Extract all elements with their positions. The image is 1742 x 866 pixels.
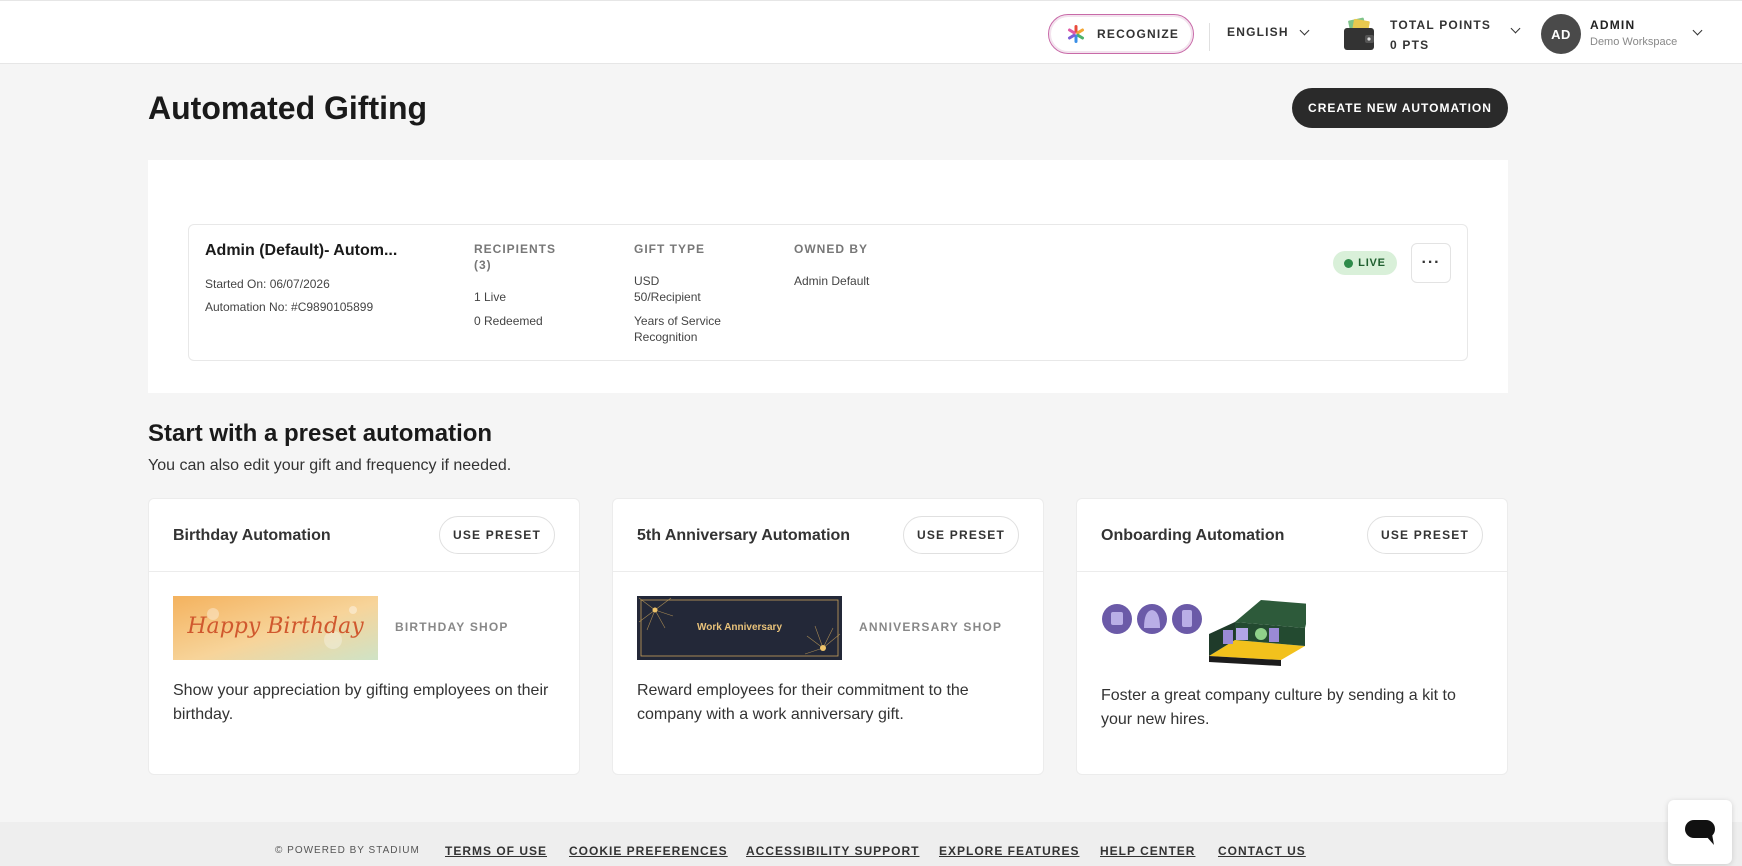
status-label: LIVE	[1358, 257, 1386, 269]
automations-panel: Admin (Default)- Autom... Started On: 06…	[148, 160, 1508, 393]
gift-type-header: GIFT TYPE	[634, 242, 706, 256]
preset-card-title: 5th Anniversary Automation	[637, 527, 851, 544]
preset-card-title: Birthday Automation	[173, 527, 331, 544]
chat-bubble-icon	[1685, 820, 1715, 845]
anniversary-banner-text: Work Anniversary	[696, 622, 783, 633]
status-badge: LIVE	[1333, 251, 1397, 275]
footer-link-cookies[interactable]: COOKIE PREFERENCES	[569, 844, 728, 858]
gift-amount: 50/Recipient	[634, 290, 701, 304]
create-new-automation-button[interactable]: CREATE NEW AUTOMATION	[1292, 88, 1508, 128]
total-points[interactable]: TOTAL POINTS 0 PTS	[1390, 15, 1521, 55]
language-selector[interactable]: ENGLISH	[1227, 25, 1310, 39]
wallet-icon	[1344, 17, 1374, 50]
total-points-label: TOTAL POINTS	[1390, 18, 1492, 32]
page-title: Automated Gifting	[148, 90, 428, 126]
total-points-value: 0 PTS	[1390, 38, 1430, 52]
preset-section-subtitle: You can also edit your gift and frequenc…	[148, 457, 512, 474]
birthday-banner-image: Happy Birthday	[173, 596, 378, 660]
use-preset-button[interactable]: USE PRESET	[439, 516, 555, 554]
use-preset-button[interactable]: USE PRESET	[903, 516, 1019, 554]
chevron-down-icon	[1510, 23, 1521, 34]
card-divider	[613, 571, 1043, 572]
gift-currency: USD	[634, 274, 660, 288]
preset-card-description: Reward employees for their commitment to…	[637, 682, 969, 723]
owner-name: Admin Default	[794, 274, 870, 288]
chevron-down-icon	[1299, 25, 1310, 35]
onboarding-kit-image	[1102, 600, 1306, 666]
preset-card-anniversary: 5th Anniversary Automation USE PRESET Wo…	[612, 498, 1044, 775]
recognize-button[interactable]: RECOGNIZE	[1048, 14, 1194, 54]
use-preset-button[interactable]: USE PRESET	[1367, 516, 1483, 554]
avatar[interactable]: AD	[1541, 14, 1581, 54]
gift-occasion-line-2: Recognition	[634, 330, 698, 344]
recipients-redeemed: 0 Redeemed	[474, 314, 543, 328]
recognize-label: RECOGNIZE	[1097, 27, 1180, 41]
birthday-banner-text: Happy Birthday	[187, 614, 364, 639]
top-bar: RECOGNIZE ENGLISH TOTAL POINTS 0 PTS AD …	[0, 0, 1742, 64]
recipients-header: RECIPIENTS	[474, 242, 557, 256]
automation-started-on: Started On: 06/07/2026	[205, 277, 330, 291]
owned-by-header: OWNED BY	[794, 242, 868, 256]
automation-number: Automation No: #C9890105899	[205, 300, 374, 314]
ellipsis-icon: ···	[1421, 254, 1441, 271]
header-divider	[1209, 23, 1210, 51]
recipients-count: (3)	[474, 258, 492, 272]
more-options-button[interactable]: ···	[1411, 243, 1451, 283]
recognize-asterisk-icon	[1068, 25, 1084, 43]
anniversary-banner-image: Work Anniversary	[637, 596, 842, 660]
footer: © POWERED BY STADIUM TERMS OF USE COOKIE…	[0, 822, 1742, 866]
footer-link-explore[interactable]: EXPLORE FEATURES	[939, 844, 1079, 858]
language-label: ENGLISH	[1227, 25, 1289, 39]
chat-widget-button[interactable]	[1668, 800, 1732, 864]
workspace-name: Demo Workspace	[1590, 36, 1678, 48]
preset-card-description: Foster a great company culture by sendin…	[1101, 687, 1456, 728]
automation-name: Admin (Default)- Autom...	[205, 242, 398, 259]
powered-by: © POWERED BY STADIUM	[275, 845, 420, 856]
automation-card[interactable]: Admin (Default)- Autom... Started On: 06…	[188, 224, 1468, 361]
footer-link-contact[interactable]: CONTACT US	[1218, 844, 1306, 858]
chevron-down-icon[interactable]	[1692, 25, 1703, 36]
live-dot-icon	[1344, 258, 1354, 268]
preset-card-description: Show your appreciation by gifting employ…	[173, 682, 549, 723]
preset-card-title: Onboarding Automation	[1101, 527, 1285, 544]
card-divider	[1077, 571, 1507, 572]
footer-link-help[interactable]: HELP CENTER	[1100, 844, 1195, 858]
user-name: ADMIN	[1590, 18, 1636, 32]
user-menu[interactable]: ADMIN Demo Workspace	[1590, 17, 1677, 51]
preset-card-onboarding: Onboarding Automation USE PRESET Foster …	[1076, 498, 1508, 775]
preset-card-birthday: Birthday Automation USE PRESET Happy Bir…	[148, 498, 580, 775]
shop-label[interactable]: BIRTHDAY SHOP	[395, 620, 509, 634]
recipients-live: 1 Live	[474, 290, 507, 304]
card-divider	[149, 571, 579, 572]
footer-link-terms[interactable]: TERMS OF USE	[445, 844, 547, 858]
preset-section-title: Start with a preset automation	[148, 420, 493, 447]
shop-label[interactable]: ANNIVERSARY SHOP	[859, 620, 1002, 634]
gift-occasion-line-1: Years of Service	[634, 314, 721, 328]
footer-link-accessibility[interactable]: ACCESSIBILITY SUPPORT	[746, 844, 919, 858]
